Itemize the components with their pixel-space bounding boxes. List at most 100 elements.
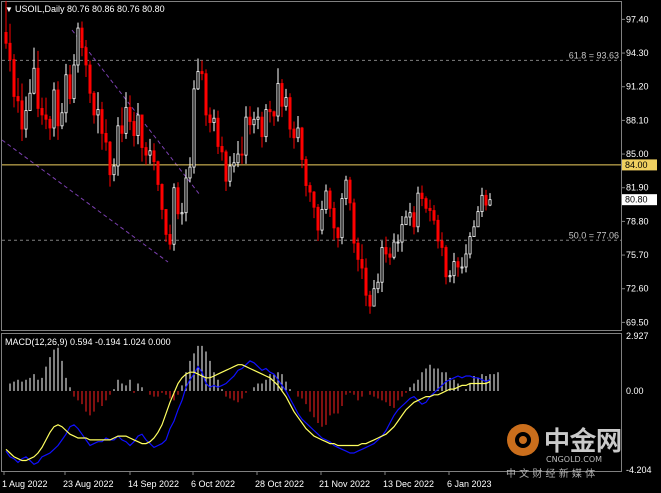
candle-body xyxy=(172,187,176,245)
candle xyxy=(48,116,52,140)
channel-line-upper[interactable] xyxy=(71,29,201,196)
candle-body xyxy=(88,64,92,94)
candle xyxy=(296,116,300,143)
price-tick-label: 81.90 xyxy=(626,183,649,193)
watermark-site: CNGOLD.COM xyxy=(546,455,602,464)
candle-body xyxy=(352,202,356,244)
candle-body xyxy=(336,227,340,239)
candle-body xyxy=(64,74,68,114)
candle-body xyxy=(216,117,220,147)
candle-body xyxy=(84,47,88,66)
candle-body xyxy=(280,83,284,107)
candle-body xyxy=(480,194,484,213)
candle xyxy=(256,107,260,130)
candle-body xyxy=(276,83,280,117)
candle-body xyxy=(176,187,180,215)
candle xyxy=(284,88,288,111)
candle-body xyxy=(248,116,252,126)
candle xyxy=(484,189,488,211)
candle-body xyxy=(452,261,456,277)
candle-body xyxy=(380,247,384,283)
candle xyxy=(212,109,216,132)
candle xyxy=(444,245,448,285)
candle-body xyxy=(344,179,348,199)
candle-body xyxy=(164,209,168,235)
candle xyxy=(348,176,352,211)
candle xyxy=(44,97,48,130)
candle xyxy=(332,201,336,240)
candle-body xyxy=(220,146,224,153)
candle xyxy=(64,63,68,123)
candle-body xyxy=(156,161,160,185)
candle-body xyxy=(188,166,192,179)
candle xyxy=(204,69,208,126)
candle xyxy=(428,199,432,222)
candle xyxy=(488,193,492,207)
candle-body xyxy=(48,118,52,129)
candle xyxy=(84,40,88,77)
candle-body xyxy=(108,141,112,176)
candle-body xyxy=(244,116,248,156)
candle-body xyxy=(60,112,64,127)
candle-body xyxy=(56,89,60,127)
candle-body xyxy=(168,234,172,245)
candle xyxy=(180,202,184,225)
candle xyxy=(400,215,404,252)
candle xyxy=(88,60,92,104)
time-tick-label: 13 Dec 2022 xyxy=(383,479,434,489)
candle-body xyxy=(332,207,336,229)
candle xyxy=(20,83,24,142)
candle-body xyxy=(400,224,404,243)
candle xyxy=(176,182,180,220)
candle xyxy=(92,91,96,124)
candle-body xyxy=(428,207,432,211)
candle-body xyxy=(76,27,80,66)
watermark-brand: 中金网 xyxy=(544,426,622,457)
candle-body xyxy=(260,116,264,138)
candle-body xyxy=(324,190,328,210)
candle-body xyxy=(304,159,308,186)
candle xyxy=(452,252,456,284)
candle xyxy=(264,104,268,143)
candle xyxy=(304,156,308,197)
candle xyxy=(220,136,224,161)
candle xyxy=(456,257,460,277)
trading-chart[interactable]: 97.40 94.30 91.20 88.10 85.00 81.90 78.80 75.70… xyxy=(0,0,661,493)
candle xyxy=(364,258,368,307)
candle xyxy=(24,96,28,138)
candle xyxy=(52,82,56,137)
candle xyxy=(56,81,60,140)
macd-axis: 2.927 0.00 -4.204 xyxy=(626,331,652,475)
candle-body xyxy=(460,266,464,269)
svg-text:84.00: 84.00 xyxy=(625,160,648,170)
candle xyxy=(108,141,112,187)
macd-tick-label: 2.927 xyxy=(626,331,649,341)
candle xyxy=(160,183,164,220)
candle xyxy=(156,160,160,191)
macd-label: MACD(12,26,9) 0.594 -0.194 1.024 0.000 xyxy=(5,337,171,347)
svg-text:80.80: 80.80 xyxy=(625,195,648,205)
candle-body xyxy=(224,151,228,182)
candle-body xyxy=(52,89,56,129)
candle xyxy=(240,136,244,164)
candle xyxy=(12,54,16,108)
chart-dropdown-icon[interactable]: ▼ xyxy=(5,5,13,14)
candle-body xyxy=(464,253,468,268)
candle xyxy=(404,210,408,226)
candle-body xyxy=(488,199,492,206)
candle xyxy=(116,117,120,176)
candle-body xyxy=(376,281,380,290)
candle-body xyxy=(128,106,132,122)
candle xyxy=(460,257,464,274)
macd-histogram xyxy=(9,345,499,427)
candle xyxy=(236,141,240,168)
price-tick-label: 91.20 xyxy=(626,82,649,92)
candle-body xyxy=(300,127,304,160)
channel-line-lower[interactable] xyxy=(1,139,169,263)
candle-body xyxy=(4,32,8,44)
candle xyxy=(192,80,196,174)
candle-body xyxy=(484,194,488,206)
candle-body xyxy=(132,121,136,136)
candle xyxy=(216,110,220,155)
candle xyxy=(224,149,228,191)
